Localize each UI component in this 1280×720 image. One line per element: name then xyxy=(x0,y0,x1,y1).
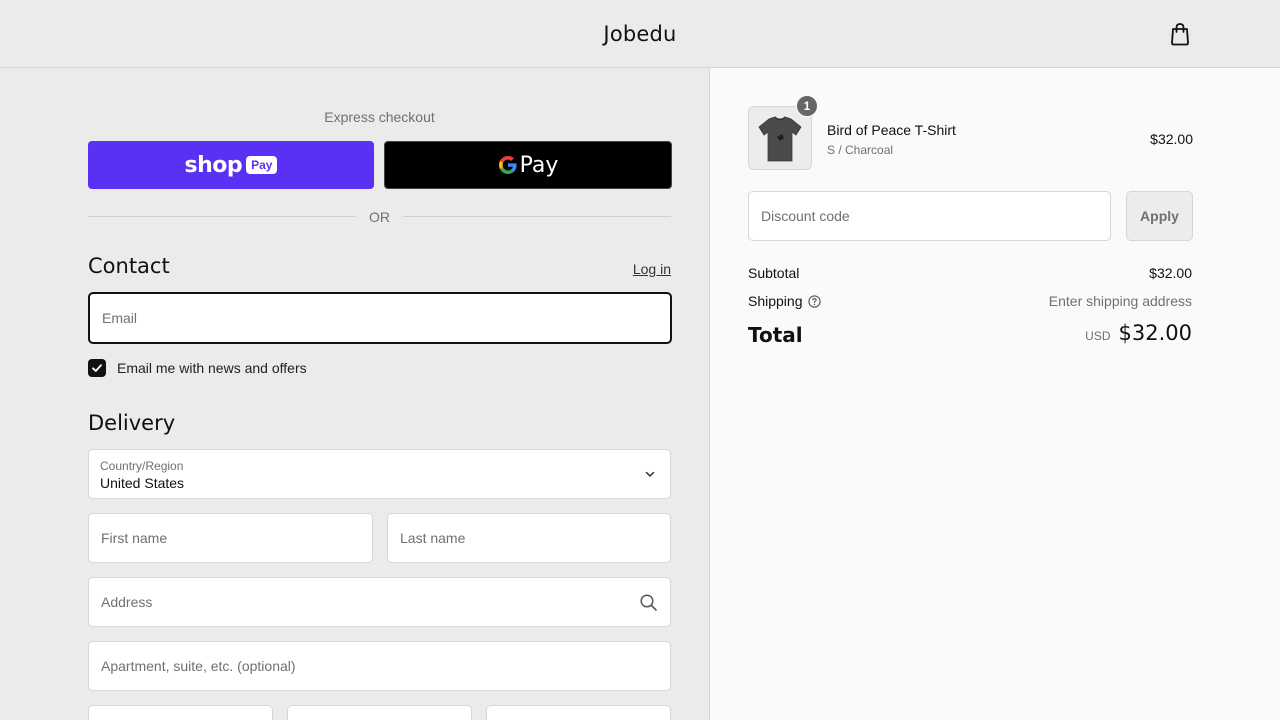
email-field[interactable] xyxy=(90,294,670,342)
apply-discount-button[interactable]: Apply xyxy=(1126,191,1193,241)
address-field[interactable] xyxy=(89,578,670,626)
shipping-value: Enter shipping address xyxy=(1048,293,1192,309)
country-select-value: United States xyxy=(100,475,185,491)
t-shirt-image xyxy=(758,116,802,162)
checkmark-icon xyxy=(92,364,102,372)
chevron-down-icon xyxy=(645,471,655,477)
total-value-row: USD $32.00 xyxy=(1085,321,1192,345)
total-label: Total xyxy=(748,323,803,347)
subtotal-value: $32.00 xyxy=(1149,265,1192,281)
express-checkout-label: Express checkout xyxy=(324,109,435,125)
google-pay-label: Pay xyxy=(519,152,559,178)
first-name-field[interactable] xyxy=(89,514,372,562)
shopping-bag-icon[interactable] xyxy=(1169,22,1191,46)
or-text: OR xyxy=(369,209,390,225)
help-circle-icon[interactable] xyxy=(807,295,821,308)
product-price: $32.00 xyxy=(1150,131,1193,147)
discount-code-field[interactable] xyxy=(749,192,1110,240)
shop-pay-button[interactable]: shop Pay xyxy=(88,141,374,189)
shop-pay-pill: Pay xyxy=(246,156,278,174)
country-select[interactable]: Country/Region United States xyxy=(88,449,671,499)
search-icon[interactable] xyxy=(639,593,658,612)
city-field[interactable] xyxy=(88,705,273,720)
google-pay-button[interactable]: Pay xyxy=(384,141,672,189)
news-offers-checkbox-row: Email me with news and offers xyxy=(88,359,307,377)
login-link[interactable]: Log in xyxy=(600,261,671,277)
or-divider: OR xyxy=(88,208,671,226)
email-field-wrapper xyxy=(88,292,672,344)
news-offers-label[interactable]: Email me with news and offers xyxy=(117,360,307,376)
address-wrapper xyxy=(88,577,671,627)
google-g-icon xyxy=(498,156,517,174)
total-currency: USD xyxy=(1085,329,1111,343)
product-name: Bird of Peace T-Shirt xyxy=(827,122,956,138)
order-summary-panel: 1 Bird of Peace T-Shirt S / Charcoal $32… xyxy=(709,68,1280,720)
store-logo[interactable]: Jobedu xyxy=(0,22,1280,46)
apartment-field[interactable] xyxy=(89,642,670,690)
state-select[interactable] xyxy=(287,705,472,720)
apartment-wrapper xyxy=(88,641,671,691)
discount-wrapper xyxy=(748,191,1111,241)
checkout-form-panel: Express checkout shop Pay Pay OR Contact… xyxy=(0,68,709,720)
quantity-badge: 1 xyxy=(796,95,818,117)
checkout-header: Jobedu xyxy=(0,0,1280,68)
first-name-wrapper xyxy=(88,513,373,563)
total-amount: $32.00 xyxy=(1118,321,1192,345)
shop-pay-brand: shop xyxy=(184,152,243,178)
delivery-heading: Delivery xyxy=(88,411,176,435)
news-offers-checkbox[interactable] xyxy=(88,359,106,377)
shipping-label-row: Shipping xyxy=(748,293,821,309)
subtotal-label: Subtotal xyxy=(748,265,800,281)
contact-heading: Contact xyxy=(88,254,170,278)
last-name-wrapper xyxy=(387,513,671,563)
country-select-label: Country/Region xyxy=(100,459,184,473)
last-name-field[interactable] xyxy=(388,514,670,562)
shipping-label: Shipping xyxy=(748,293,803,309)
product-variant: S / Charcoal xyxy=(827,143,894,157)
zip-field[interactable] xyxy=(486,705,671,720)
